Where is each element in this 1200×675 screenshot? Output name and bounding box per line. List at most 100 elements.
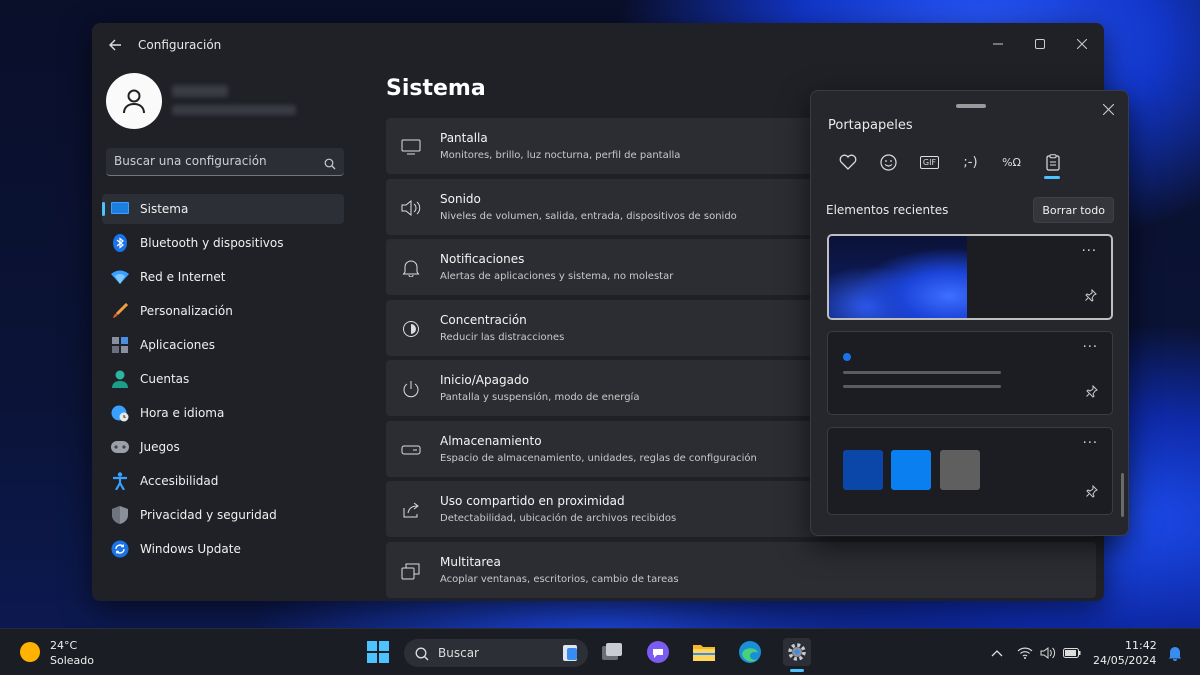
task-view-icon [602, 643, 622, 660]
emoji-icon [880, 153, 897, 171]
network-button[interactable] [1016, 644, 1034, 662]
tab-recent-emoji[interactable] [827, 149, 868, 175]
sidebar-item-hora[interactable]: Hora e idioma [102, 398, 344, 428]
clipboard-item-text[interactable]: ··· [827, 331, 1113, 415]
sidebar-item-label: Aplicaciones [140, 338, 215, 352]
avatar[interactable] [106, 73, 162, 129]
more-options-button[interactable]: ··· [1083, 436, 1098, 451]
tab-emoji[interactable] [868, 149, 909, 175]
speaker-icon [1040, 647, 1056, 659]
card-title: Concentración [440, 312, 527, 327]
folder-icon [693, 645, 715, 661]
update-icon [110, 539, 130, 559]
search-label: Buscar [438, 646, 479, 660]
sidebar-item-juegos[interactable]: Juegos [102, 432, 344, 462]
title-bar[interactable]: Configuración [92, 23, 1104, 67]
globe-clock-icon [110, 403, 130, 423]
card-multitarea[interactable]: Multitarea Acoplar ventanas, escritorios… [386, 541, 1096, 598]
user-icon [123, 89, 145, 114]
card-subtitle: Monitores, brillo, luz nocturna, perfil … [440, 150, 681, 161]
scrollbar-thumb[interactable] [1121, 473, 1124, 517]
card-subtitle: Alertas de aplicaciones y sistema, no mo… [440, 271, 674, 282]
volume-button[interactable] [1039, 644, 1057, 662]
start-button[interactable] [364, 638, 392, 666]
multitask-icon [400, 560, 422, 582]
sidebar-item-label: Juegos [140, 440, 180, 454]
bluetooth-icon [110, 233, 130, 253]
power-icon [400, 378, 422, 400]
search-input[interactable] [106, 148, 316, 174]
sidebar-item-label: Privacidad y seguridad [140, 508, 277, 522]
settings-search[interactable] [106, 148, 344, 176]
settings-app-button[interactable] [783, 638, 811, 666]
active-app-indicator [790, 669, 804, 672]
clock-date[interactable]: 24/05/2024 [1093, 654, 1156, 667]
sun-icon[interactable] [20, 642, 40, 662]
clipboard-item-swatches[interactable]: ··· [827, 427, 1113, 515]
more-options-button[interactable]: ··· [1082, 244, 1097, 259]
edge-browser-button[interactable] [736, 638, 764, 666]
pin-icon[interactable] [1086, 483, 1098, 502]
color-swatch [891, 450, 931, 490]
minimize-button[interactable] [978, 29, 1018, 59]
clock-time[interactable]: 11:42 [1125, 639, 1157, 652]
back-button[interactable] [106, 36, 124, 54]
monitor-icon [110, 199, 130, 219]
tab-symbols[interactable]: %Ω [991, 149, 1032, 175]
accessibility-icon [110, 471, 130, 491]
minimize-icon [993, 43, 1003, 45]
sidebar-item-personalizacion[interactable]: Personalización [102, 296, 344, 326]
sidebar-item-red[interactable]: Red e Internet [102, 262, 344, 292]
taskbar: 24°C Soleado Buscar 11:42 24/05/2024 [0, 628, 1200, 675]
show-hidden-icons-button[interactable] [988, 644, 1006, 662]
clipboard-close-button[interactable] [1100, 101, 1116, 117]
card-title: Sonido [440, 191, 481, 206]
weather-condition[interactable]: Soleado [50, 654, 94, 667]
close-button[interactable] [1062, 29, 1102, 59]
file-explorer-button[interactable] [690, 638, 718, 666]
bullet-dot [843, 353, 851, 361]
maximize-button[interactable] [1020, 29, 1060, 59]
search-icon[interactable] [324, 155, 336, 174]
sidebar-nav: Sistema Bluetooth y dispositivos Red e I… [102, 194, 344, 568]
notifications-button[interactable] [1166, 644, 1184, 662]
tab-kaomoji[interactable]: ;-) [950, 149, 991, 175]
sidebar-item-sistema[interactable]: Sistema [102, 194, 344, 224]
battery-button[interactable] [1063, 644, 1081, 662]
more-options-button[interactable]: ··· [1083, 340, 1098, 355]
person-icon [110, 369, 130, 389]
tab-clipboard[interactable] [1032, 149, 1073, 179]
sidebar-item-aplicaciones[interactable]: Aplicaciones [102, 330, 344, 360]
sidebar-item-privacidad[interactable]: Privacidad y seguridad [102, 500, 344, 530]
sidebar-item-cuentas[interactable]: Cuentas [102, 364, 344, 394]
close-icon [1077, 39, 1087, 49]
drag-handle[interactable] [956, 104, 986, 108]
card-title: Uso compartido en proximidad [440, 494, 625, 508]
shield-icon [110, 505, 130, 525]
focus-icon [400, 318, 422, 340]
sidebar-item-bluetooth[interactable]: Bluetooth y dispositivos [102, 228, 344, 258]
sidebar-item-accesibilidad[interactable]: Accesibilidad [102, 466, 344, 496]
symbols-icon: %Ω [1002, 155, 1021, 169]
maximize-icon [1035, 39, 1045, 49]
clear-all-button[interactable]: Borrar todo [1033, 197, 1114, 223]
clipboard-item-image[interactable]: ··· [827, 234, 1113, 320]
card-subtitle: Niveles de volumen, salida, entrada, dis… [440, 210, 737, 222]
profile-name-redacted [172, 85, 228, 97]
chat-app-button[interactable] [644, 638, 672, 666]
weather-temperature[interactable]: 24°C [50, 639, 77, 652]
heart-emoji-icon [839, 154, 856, 170]
taskbar-search[interactable]: Buscar [404, 639, 588, 667]
task-view-button[interactable] [598, 638, 626, 666]
sidebar-item-label: Cuentas [140, 372, 190, 386]
color-swatch [843, 450, 883, 490]
clipboard-icon [1045, 153, 1060, 171]
pin-icon[interactable] [1085, 287, 1097, 306]
sidebar-item-windows-update[interactable]: Windows Update [102, 534, 344, 564]
text-line-placeholder [843, 385, 1001, 388]
close-icon [1102, 103, 1114, 115]
window-title: Configuración [138, 38, 222, 52]
sidebar-item-label: Personalización [140, 304, 233, 318]
pin-icon[interactable] [1086, 383, 1098, 402]
tab-gif[interactable]: GIF [909, 149, 950, 175]
